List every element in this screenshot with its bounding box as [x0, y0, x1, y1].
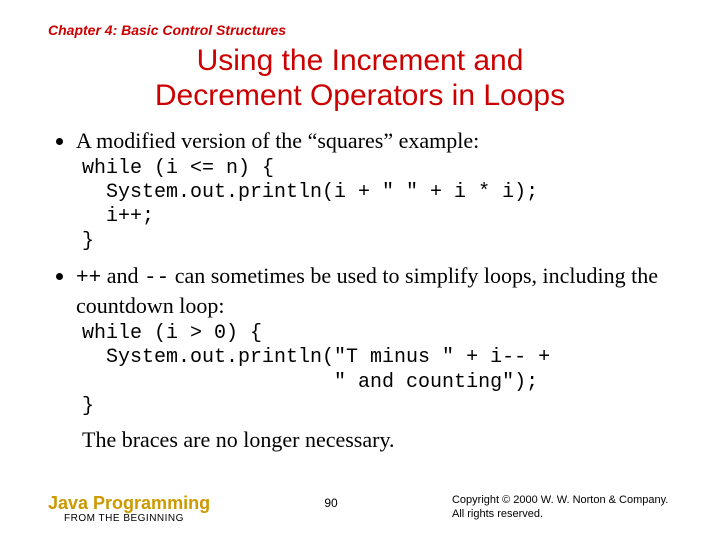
title-line-2: Decrement Operators in Loops: [155, 79, 565, 112]
copyright: Copyright © 2000 W. W. Norton & Company.…: [452, 494, 692, 522]
code-block-2: while (i > 0) { System.out.println("T mi…: [82, 322, 672, 420]
inc-operator: ++: [76, 267, 101, 290]
closing-text: The braces are no longer necessary.: [82, 427, 672, 453]
bullet-1-text: A modified version of the “squares” exam…: [76, 128, 479, 153]
copyright-line-2: All rights reserved.: [452, 508, 543, 520]
bullet-list-2: ++ and -- can sometimes be used to simpl…: [48, 262, 672, 320]
slide-title: Using the Increment and Decrement Operat…: [48, 44, 672, 113]
code-block-1: while (i <= n) { System.out.println(i + …: [82, 157, 672, 255]
copyright-line-1: Copyright © 2000 W. W. Norton & Company.: [452, 494, 668, 506]
slide-footer: Java Programming FROM THE BEGINNING 90 C…: [48, 494, 692, 524]
page-number: 90: [324, 494, 337, 510]
chapter-header: Chapter 4: Basic Control Structures: [48, 22, 672, 38]
bullet-list: A modified version of the “squares” exam…: [48, 127, 672, 155]
brand-sub: FROM THE BEGINNING: [64, 514, 210, 524]
footer-brand: Java Programming FROM THE BEGINNING: [48, 494, 210, 524]
slide-page: Chapter 4: Basic Control Structures Usin…: [0, 0, 720, 453]
brand-main: Java Programming: [48, 494, 210, 512]
dec-operator: --: [144, 267, 169, 290]
bullet-2: ++ and -- can sometimes be used to simpl…: [76, 262, 672, 320]
bullet-1: A modified version of the “squares” exam…: [76, 127, 672, 155]
bullet-2-mid: and: [101, 263, 144, 288]
title-line-1: Using the Increment and: [197, 44, 524, 77]
